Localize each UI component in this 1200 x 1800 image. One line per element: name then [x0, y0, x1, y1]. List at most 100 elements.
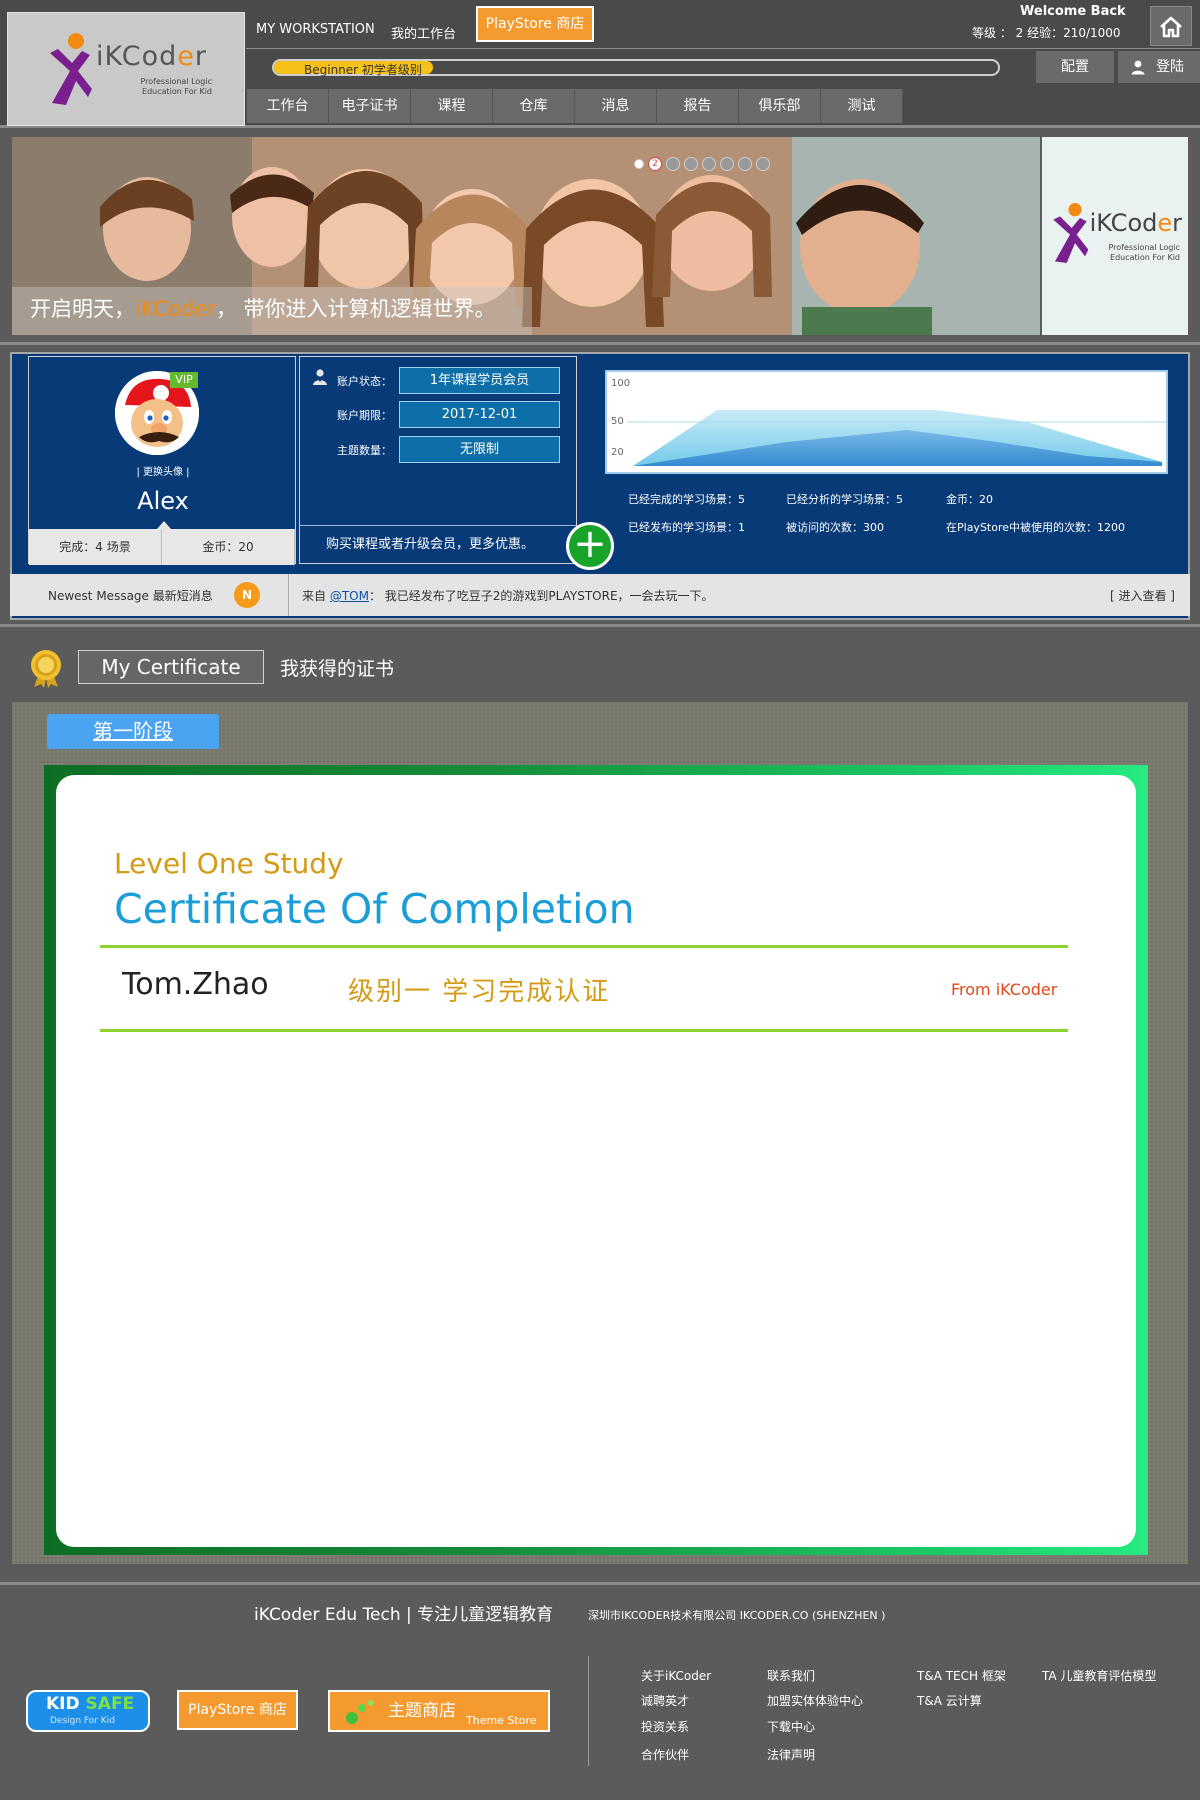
chart-tick-label: 100 [611, 378, 630, 389]
tab-test[interactable]: 测试 [821, 89, 903, 123]
carousel-dot[interactable] [720, 157, 734, 171]
footer-playstore-button[interactable]: PlayStore 商店 [177, 1690, 298, 1730]
stat-visits: 被访问的次数：300 [786, 521, 884, 534]
tab-repository[interactable]: 仓库 [493, 89, 575, 123]
footer-divider [0, 1582, 1200, 1585]
kid-safe-subtitle: Design For Kid [50, 1716, 115, 1726]
certificate-level: Level One Study [114, 847, 344, 880]
carousel-dot[interactable] [634, 159, 644, 169]
certificate-holder-name: Tom.Zhao [122, 967, 269, 1002]
carousel-dot[interactable] [684, 157, 698, 171]
tab-messages[interactable]: 消息 [575, 89, 657, 123]
account-expiry-value: 2017-12-01 [399, 401, 560, 428]
stat-published-scenes: 已经发布的学习场景：1 [628, 521, 745, 534]
main-nav: 工作台 电子证书 课程 仓库 消息 报告 俱乐部 测试 [247, 89, 903, 125]
account-expiry-label: 账户期限： [337, 409, 392, 422]
avatar-card: VIP | 更换头像 | Alex 完成：4 场景 金币：20 [28, 356, 297, 565]
banner-caption: 开启明天，iKCoder， 带你进入计算机逻辑世界。 [30, 297, 496, 321]
newest-message-title: Newest Message 最新短消息 [48, 589, 213, 603]
brand-logo[interactable]: iKCoder Professional Logic Education For… [7, 12, 245, 126]
logo-figure-icon [50, 33, 92, 105]
footer-company: 深圳市IKCODER技术有限公司 IKCODER.CO (SHENZHEN ) [588, 1609, 886, 1622]
card-pointer [157, 521, 171, 529]
login-button[interactable]: 登陆 [1118, 51, 1200, 83]
theme-count-value: 无限制 [399, 436, 560, 463]
tab-e-certificate[interactable]: 电子证书 [329, 89, 411, 123]
stat-analyzed-scenes: 已经分析的学习场景：5 [786, 493, 903, 506]
footer-link-ta-cloud[interactable]: T&A 云计算 [917, 1692, 982, 1709]
welcome-text: Welcome Back [1020, 4, 1126, 19]
coin-count: 金币：20 [162, 529, 295, 565]
message-preview: 来自 @TOM： 我已经发布了吃豆子2的游戏到PLAYSTORE，一会去玩一下。 [302, 589, 714, 603]
banner-logo-tagline: Professional Logic Education For Kid [1108, 243, 1180, 262]
theme-store-button[interactable]: 主题商店 Theme Store [328, 1690, 550, 1732]
my-certificate-title-cn: 我获得的证书 [280, 658, 395, 680]
upgrade-plus-button[interactable]: + [566, 522, 614, 570]
tab-workbench[interactable]: 工作台 [247, 89, 329, 123]
learning-stats-chart: 100 50 20 [605, 370, 1168, 474]
footer-link-download[interactable]: 下载中心 [767, 1718, 815, 1735]
message-divider [288, 574, 289, 616]
user-icon [1131, 60, 1145, 75]
stat-playstore-uses: 在PlayStore中被使用的次数：1200 [946, 521, 1126, 534]
footer-link-franchise[interactable]: 加盟实体体验中心 [767, 1692, 863, 1709]
config-button[interactable]: 配置 [1036, 51, 1114, 83]
carousel-dot[interactable] [738, 157, 752, 171]
banner-logo-wordmark: iKCoder [1089, 209, 1182, 237]
workstation-title-cn: 我的工作台 [391, 27, 457, 42]
view-message-link[interactable]: [ 进入查看 ] [1110, 587, 1175, 604]
footer-link-investor[interactable]: 投资关系 [641, 1718, 689, 1735]
kid-safe-badge[interactable]: KID SAFE Design For Kid [26, 1690, 150, 1732]
footer-link-partners[interactable]: 合作伙伴 [641, 1746, 689, 1763]
carousel-dot[interactable] [756, 157, 770, 171]
chart-tick-label: 20 [611, 447, 624, 458]
footer-link-ta-tech[interactable]: T&A TECH 框架 [917, 1667, 1006, 1684]
message-sender-link[interactable]: @TOM [330, 589, 369, 603]
completed-scenes: 完成：4 场景 [29, 529, 162, 565]
footer-link-about[interactable]: 关于iKCoder [641, 1667, 711, 1684]
carousel-dot-active[interactable]: 2 [648, 157, 662, 171]
account-info: 账户状态： 1年课程学员会员 账户期限： 2017-12-01 主题数量： 无限… [299, 356, 577, 564]
hero-banner[interactable]: 2 开启明天，iKCoder， 带你进入计算机逻辑世界。 [12, 137, 1040, 335]
tab-reports[interactable]: 报告 [657, 89, 739, 123]
tab-courses[interactable]: 课程 [411, 89, 493, 123]
home-icon [1160, 16, 1182, 38]
carousel-dot[interactable] [702, 157, 716, 171]
theme-store-label-cn: 主题商店 [388, 1701, 456, 1721]
carousel-dot[interactable] [666, 157, 680, 171]
login-label: 登陆 [1156, 59, 1184, 75]
footer-link-contact[interactable]: 联系我们 [767, 1667, 815, 1684]
level-progress-bar: Beginner 初学者级别 [272, 59, 1000, 77]
footer-link-legal[interactable]: 法律声明 [767, 1746, 815, 1763]
level-experience: 等级 ： 2 经验：210/1000 [972, 26, 1121, 40]
footer-brand-line: iKCoder Edu Tech | 专注儿童逻辑教育 [254, 1605, 554, 1625]
footer-link-jobs[interactable]: 诚聘英才 [641, 1692, 689, 1709]
home-button[interactable] [1150, 6, 1192, 46]
header-divider [246, 48, 1200, 49]
new-message-badge: N [234, 582, 260, 608]
upgrade-promo-text[interactable]: 购买课程或者升级会员，更多优惠。 [326, 533, 534, 552]
user-name: Alex [137, 487, 189, 515]
my-certificate-title: My Certificate [78, 650, 264, 684]
tab-club[interactable]: 俱乐部 [739, 89, 821, 123]
change-avatar-link[interactable]: | 更换头像 | [29, 463, 297, 478]
account-status-row: 账户状态： 1年课程学员会员 [300, 367, 576, 395]
carousel-dots: 2 [634, 157, 770, 171]
workstation-title: MY WORKSTATION [256, 22, 375, 37]
logo-tagline: Professional Logic Education For Kid [140, 77, 212, 96]
footer-vertical-divider [588, 1656, 589, 1766]
level-progress-label: Beginner 初学者级别 [304, 63, 422, 77]
stat-completed-scenes: 已经完成的学习场景：5 [628, 493, 745, 506]
stage-one-tab[interactable]: 第一阶段 [47, 714, 219, 749]
avatar-card-stats: 完成：4 场景 金币：20 [29, 529, 295, 565]
theme-store-label-en: Theme Store [466, 1714, 537, 1727]
certificate-heading: Certificate Of Completion [114, 885, 635, 933]
area-chart: 100 50 20 [611, 378, 1166, 466]
playstore-button[interactable]: PlayStore 商店 [476, 6, 594, 42]
footer-link-ta-model[interactable]: TA 儿童教育评估模型 [1042, 1667, 1156, 1684]
certificate-description: 级别一 学习完成认证 [348, 977, 611, 1007]
account-expiry-row: 账户期限： 2017-12-01 [300, 401, 576, 429]
theme-dots-icon [346, 1700, 374, 1724]
vip-badge: VIP [170, 372, 198, 388]
certificate-rule-top [100, 945, 1068, 948]
